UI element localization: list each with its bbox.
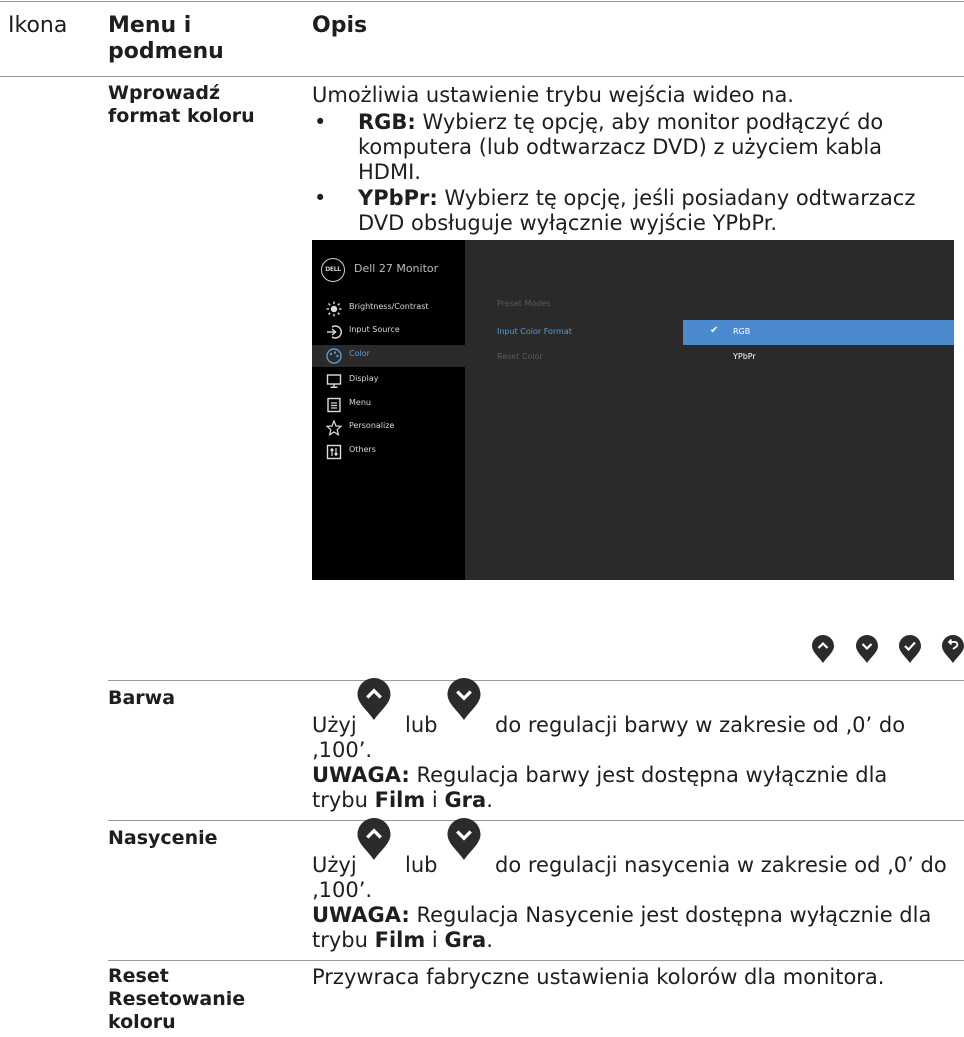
palette-icon [326, 348, 342, 364]
osd-menu-label: Others [349, 445, 376, 454]
saturation-note: UWAGA: Regulacja Nasycenie jest dostępna… [312, 903, 952, 953]
osd-menu-input-source[interactable]: Input Source [312, 321, 465, 343]
row-rule [108, 960, 964, 961]
osd-submenu-input-color-format[interactable]: Input Color Format [497, 327, 572, 336]
header-rule [0, 76, 964, 77]
hue-mode-game: Gra [444, 788, 487, 812]
osd-menu-label: Display [349, 374, 379, 383]
menu-icon [327, 397, 341, 413]
osd-menu-personalize[interactable]: Personalize [312, 417, 465, 439]
back-button-icon[interactable] [942, 635, 964, 663]
down-button-icon[interactable] [856, 635, 878, 663]
saturation-mode-game: Gra [444, 928, 487, 952]
osd-option-rgb[interactable]: ✔ RGB [683, 320, 954, 345]
hue-end: . [486, 788, 493, 812]
dell-logo: DELL [321, 258, 345, 282]
osd-menu-display[interactable]: Display [312, 370, 465, 392]
hue-and: i [425, 788, 445, 812]
osd-menu-color[interactable]: Color [312, 345, 465, 367]
reset-description: Przywraca fabryczne ustawienia kolorów d… [312, 965, 885, 989]
check-button-icon[interactable] [899, 635, 921, 663]
input-color-format-intro: Umożliwia ustawienie trybu wejścia wideo… [312, 83, 794, 107]
saturation-note-label: UWAGA: [312, 903, 410, 927]
osd-submenu-reset-color[interactable]: Reset Color [497, 352, 543, 361]
osd-menu-brightness[interactable]: Brightness/Contrast [312, 298, 465, 320]
sun-icon [326, 301, 342, 317]
header-menu: Menu i podmenu [108, 13, 224, 64]
hue-mode-film: Film [374, 788, 426, 812]
top-rule [0, 1, 964, 2]
header-description: Opis [312, 13, 368, 38]
header-icon: Ikona [8, 13, 68, 38]
osd-menu-label: Color [349, 349, 370, 358]
osd-menu-label: Input Source [349, 325, 400, 334]
hue-note: UWAGA: Regulacja barwy jest dostępna wył… [312, 763, 942, 813]
osd-title: Dell 27 Monitor [354, 262, 439, 275]
saturation-range: do regulacji nasycenia w zakresie od ‚0’… [312, 853, 947, 902]
rgb-term: RGB: [358, 110, 416, 134]
osd-option-ypbpr[interactable]: YPbPr [683, 345, 954, 370]
osd-option-label: YPbPr [733, 352, 756, 361]
hue-range: do regulacji barwy w zakresie od ‚0’ do … [312, 713, 906, 762]
saturation-mode-film: Film [374, 928, 426, 952]
up-button-icon[interactable] [812, 635, 834, 663]
osd-menu-label: Brightness/Contrast [349, 302, 429, 311]
rgb-text: Wybierz tę opcję, aby monitor podłączyć … [358, 110, 884, 184]
saturation-end: . [486, 928, 493, 952]
ypbpr-text: Wybierz tę opcję, jeśli posiadany odtwar… [358, 186, 916, 235]
osd-menu-label: Personalize [349, 421, 395, 430]
saturation-label: Nasycenie [108, 827, 218, 849]
hue-label: Barwa [108, 687, 176, 709]
input-color-format-label: Wprowadź format koloru [108, 82, 255, 127]
others-icon [326, 444, 342, 460]
check-icon: ✔ [710, 325, 719, 336]
osd-menu-menu[interactable]: Menu [312, 394, 465, 416]
reset-label: Reset Resetowanie koloru [108, 965, 246, 1033]
osd-menu-others[interactable]: Others [312, 441, 465, 463]
input-source-icon [327, 325, 342, 339]
osd-option-label: RGB [733, 327, 751, 336]
star-icon [326, 420, 342, 436]
osd-submenu-preset-modes[interactable]: Preset Modes [497, 299, 550, 308]
row-rule [108, 680, 964, 681]
row-rule [108, 820, 964, 821]
osd-menu-label: Menu [349, 398, 371, 407]
display-icon [326, 374, 342, 389]
ypbpr-term: YPbPr: [358, 186, 438, 210]
osd-screenshot: DELL Dell 27 Monitor Brightness/Contrast… [312, 240, 954, 580]
saturation-and: i [425, 928, 445, 952]
hue-note-label: UWAGA: [312, 763, 410, 787]
